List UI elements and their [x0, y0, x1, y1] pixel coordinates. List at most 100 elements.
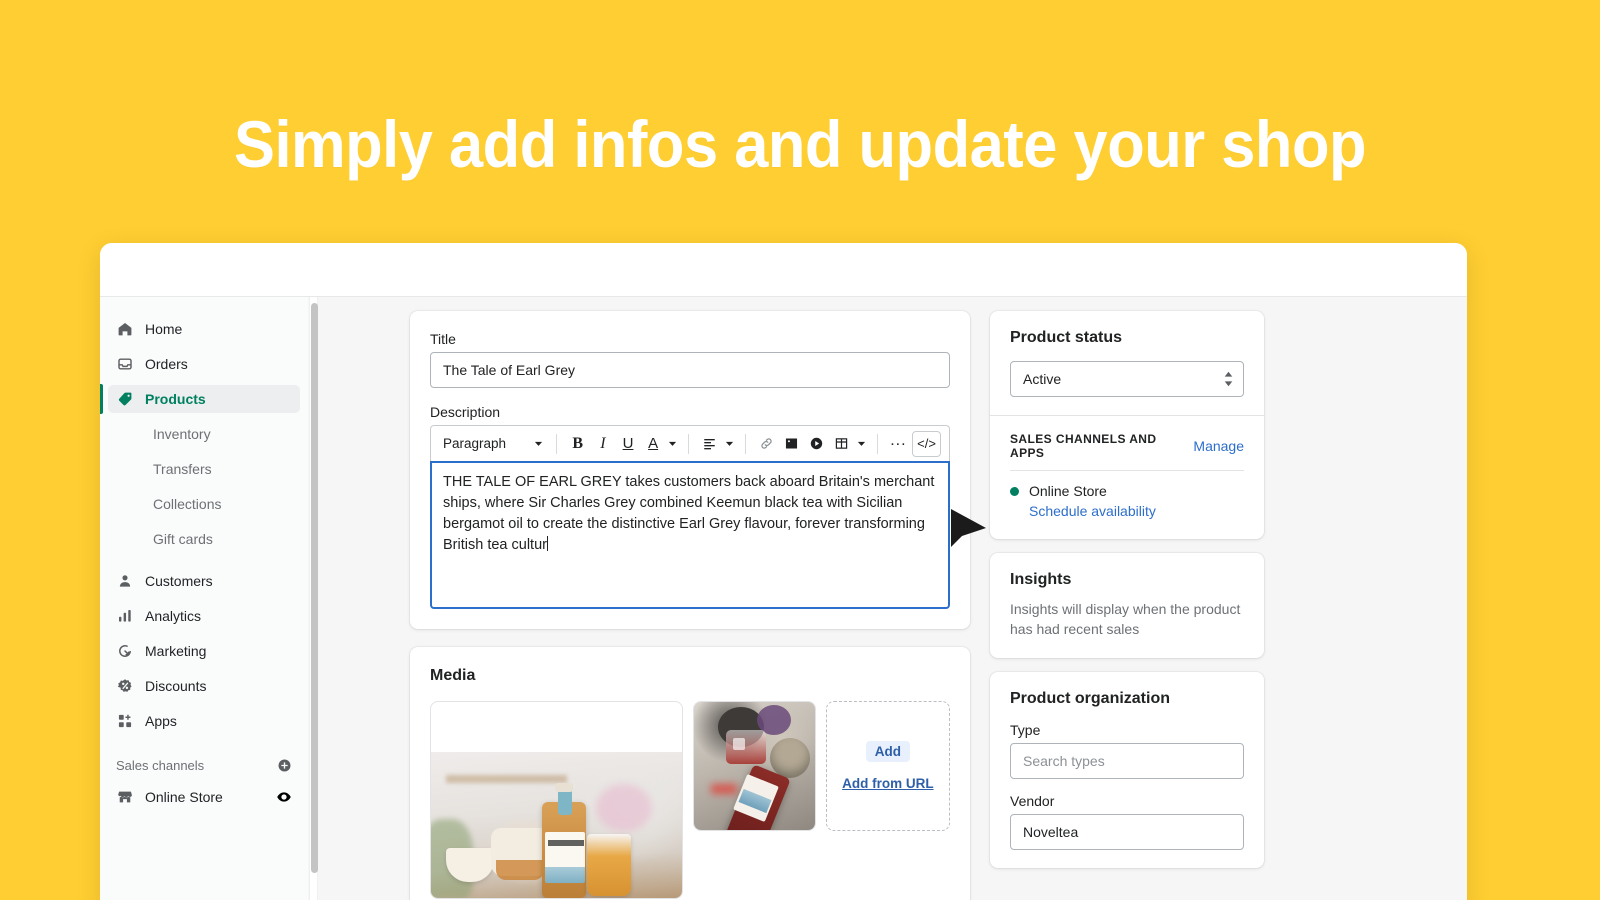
description-field-label: Description — [430, 404, 501, 420]
product-status-select[interactable]: Active — [1010, 361, 1244, 397]
text-color-chevron-down-icon[interactable] — [667, 431, 680, 457]
insights-title: Insights — [1010, 571, 1072, 588]
sidebar-item-inventory[interactable]: Inventory — [108, 420, 300, 448]
home-icon — [116, 321, 133, 338]
sales-channels-apps-header: SALES CHANNELS AND APPS Manage — [990, 416, 1264, 470]
description-text: THE TALE OF EARL GREY takes customers ba… — [443, 474, 935, 554]
discounts-icon — [116, 678, 133, 695]
window-body: Home Orders Products Inventory Transfers… — [100, 296, 1467, 900]
browser-window: Home Orders Products Inventory Transfers… — [100, 243, 1467, 900]
eye-icon[interactable] — [276, 789, 292, 805]
product-status-title: Product status — [1010, 329, 1123, 346]
sidebar-item-label: Discounts — [145, 678, 207, 694]
sidebar-item-marketing[interactable]: Marketing — [108, 637, 300, 665]
insights-description: Insights will display when the product h… — [1010, 601, 1241, 638]
analytics-icon — [116, 608, 133, 625]
sales-channels-section-header: Sales channels — [100, 751, 308, 779]
mouse-pointer — [951, 509, 986, 547]
vendor-field-label: Vendor — [1010, 792, 1055, 809]
sidebar-item-label: Customers — [145, 573, 213, 589]
type-field-label: Type — [1010, 721, 1041, 738]
underline-icon[interactable]: U — [616, 431, 639, 457]
main-content: Title Description Paragraph B I U — [308, 297, 1467, 900]
more-icon[interactable]: ... — [887, 431, 910, 457]
sidebar-item-label: Marketing — [145, 643, 207, 659]
manage-channels-link[interactable]: Manage — [1193, 438, 1244, 454]
sidebar-item-online-store[interactable]: Online Store — [108, 783, 300, 811]
align-chevron-down-icon[interactable] — [723, 431, 736, 457]
scrollbar-thumb[interactable] — [311, 303, 318, 873]
media-row: Add Add from URL — [430, 701, 950, 899]
product-status-panel: Product status Active SALES CHANNELS AND… — [990, 311, 1264, 539]
title-input[interactable] — [430, 352, 950, 388]
marketing-icon — [116, 643, 133, 660]
description-editor: Paragraph B I U A ... </> THE TALE OF EA… — [430, 425, 950, 609]
italic-icon[interactable]: I — [591, 431, 614, 457]
sidebar-item-customers[interactable]: Customers — [108, 567, 300, 595]
sidebar-item-label: Orders — [145, 356, 188, 372]
vendor-input[interactable] — [1010, 813, 1244, 850]
product-organization-title: Product organization — [1010, 689, 1170, 707]
schedule-availability-link[interactable]: Schedule availability — [1029, 503, 1156, 519]
description-textarea[interactable]: THE TALE OF EARL GREY takes customers ba… — [430, 461, 950, 609]
chevron-down-icon — [535, 441, 543, 446]
media-add-dropzone[interactable]: Add Add from URL — [825, 701, 950, 831]
sidebar-item-transfers[interactable]: Transfers — [108, 455, 300, 483]
sidebar-item-analytics[interactable]: Analytics — [108, 602, 300, 630]
customers-icon — [116, 573, 133, 590]
product-organization-panel: Product organization Type Vendor — [990, 671, 1264, 868]
sidebar-item-home[interactable]: Home — [108, 315, 300, 343]
toolbar-divider — [688, 433, 690, 454]
status-dot-icon — [1010, 486, 1019, 496]
primary-column: Title Description Paragraph B I U — [410, 311, 970, 900]
code-icon[interactable]: </> — [912, 430, 941, 457]
product-status-value: Active — [1023, 371, 1062, 387]
sidebar-item-label: Products — [145, 391, 206, 407]
add-media-button[interactable]: Add — [865, 741, 910, 762]
sidebar-scrollbar[interactable] — [309, 297, 318, 900]
text-caret — [546, 536, 548, 552]
secondary-column: Product status Active SALES CHANNELS AND… — [990, 311, 1264, 900]
image-icon[interactable] — [780, 431, 803, 457]
title-field-label: Title — [430, 331, 456, 347]
video-icon[interactable] — [805, 431, 828, 457]
sidebar-item-products[interactable]: Products — [100, 384, 300, 414]
sidebar-item-discounts[interactable]: Discounts — [108, 672, 300, 700]
app-sidebar: Home Orders Products Inventory Transfers… — [100, 297, 318, 900]
product-photo-thumb — [694, 702, 815, 830]
table-chevron-down-icon[interactable] — [855, 431, 868, 457]
sales-channels-apps-heading: SALES CHANNELS AND APPS — [1010, 432, 1157, 460]
text-color-icon[interactable]: A — [642, 431, 665, 457]
sidebar-item-gift-cards[interactable]: Gift cards — [108, 525, 300, 553]
product-status-body: Product status Active — [990, 311, 1264, 415]
bold-icon[interactable]: B — [566, 431, 589, 457]
sales-channels-apps-body: Online Store Schedule availability — [990, 471, 1264, 539]
type-search-input[interactable] — [1010, 742, 1244, 779]
sales-channels-heading: Sales channels — [116, 757, 205, 773]
stepper-arrows-icon — [1224, 371, 1233, 387]
paragraph-style-select[interactable]: Paragraph — [439, 431, 547, 457]
sidebar-item-orders[interactable]: Orders — [108, 350, 300, 378]
align-icon[interactable] — [698, 431, 721, 457]
window-chrome-bar — [100, 243, 1467, 296]
sidebar-item-collections[interactable]: Collections — [108, 490, 300, 518]
sidebar-item-apps[interactable]: Apps — [108, 707, 300, 735]
toolbar-divider — [876, 433, 878, 454]
product-details-card: Title Description Paragraph B I U — [410, 311, 970, 629]
toolbar-divider — [556, 433, 558, 454]
table-icon[interactable] — [830, 431, 853, 457]
sidebar-item-label: Analytics — [145, 608, 202, 624]
paragraph-style-value: Paragraph — [443, 436, 507, 451]
media-item-primary[interactable] — [430, 701, 684, 899]
link-icon[interactable] — [755, 431, 778, 457]
channel-label: Online Store — [1029, 483, 1107, 499]
toolbar-divider — [744, 433, 746, 454]
plus-circle-icon[interactable] — [277, 758, 292, 773]
media-title: Media — [430, 667, 476, 684]
media-card: Media Add Add from URL — [410, 647, 970, 900]
add-from-url-link[interactable]: Add from URL — [842, 776, 934, 791]
insights-panel: Insights Insights will display when the … — [990, 553, 1264, 658]
media-item-thumbnail[interactable] — [693, 701, 816, 831]
promo-headline: Simply add infos and update your shop — [233, 107, 1367, 181]
